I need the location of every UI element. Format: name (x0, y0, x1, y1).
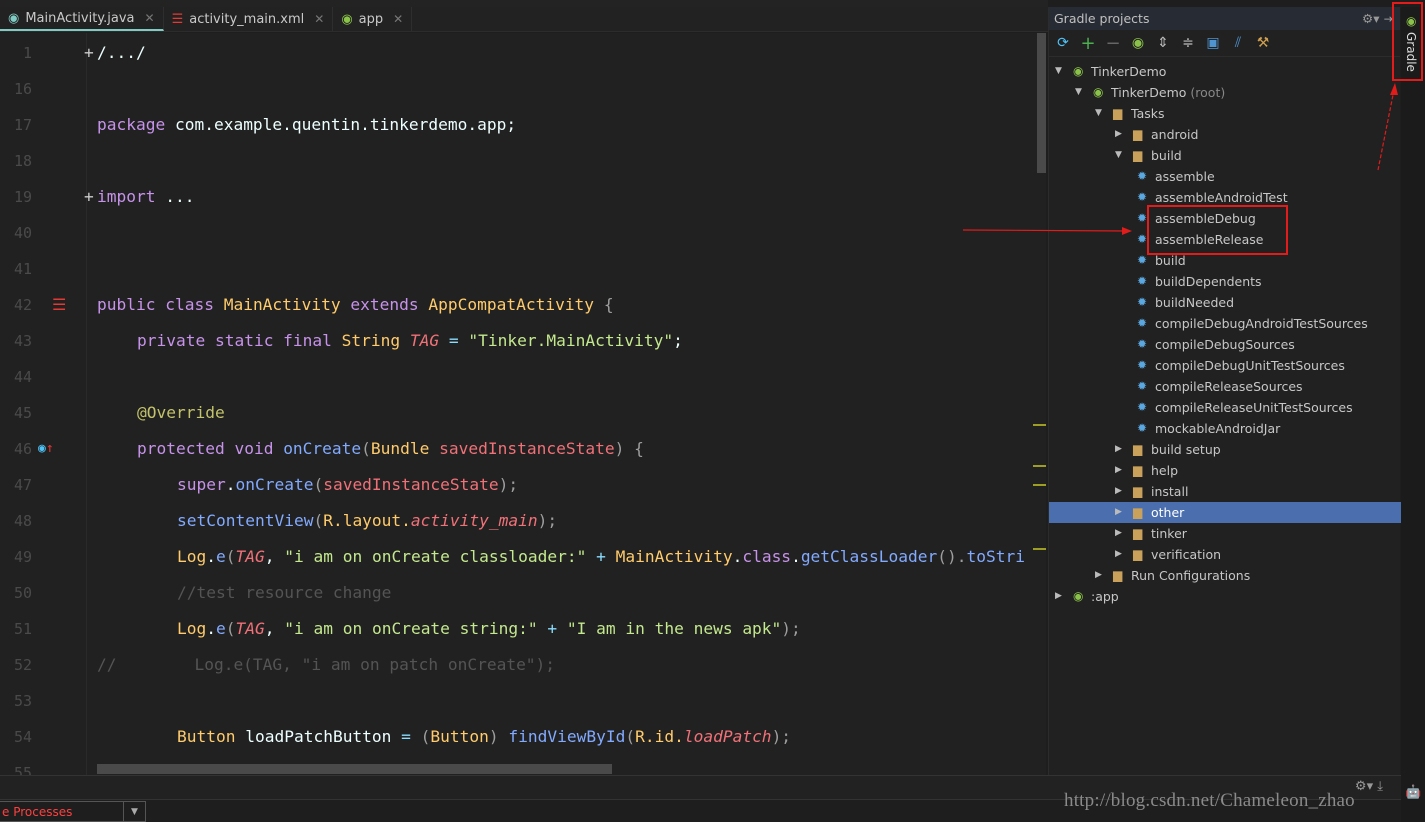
settings-gear-icon[interactable]: ⚙▾ (1355, 779, 1373, 794)
annotation-arrow (1377, 89, 1395, 171)
hide-icon[interactable]: ⤓ (1377, 779, 1383, 794)
chevron-down-icon[interactable]: ▼ (123, 802, 145, 822)
process-dropdown[interactable]: e Processes ▼ (0, 801, 146, 822)
arrow-head (1122, 227, 1132, 235)
arrow-head (1390, 83, 1398, 95)
process-dropdown-value: e Processes (2, 805, 73, 819)
annotation-arrows (962, 83, 1398, 235)
annotation-arrow (962, 229, 1129, 232)
watermark: http://blog.csdn.net/Chameleon_zhao (1064, 790, 1355, 811)
